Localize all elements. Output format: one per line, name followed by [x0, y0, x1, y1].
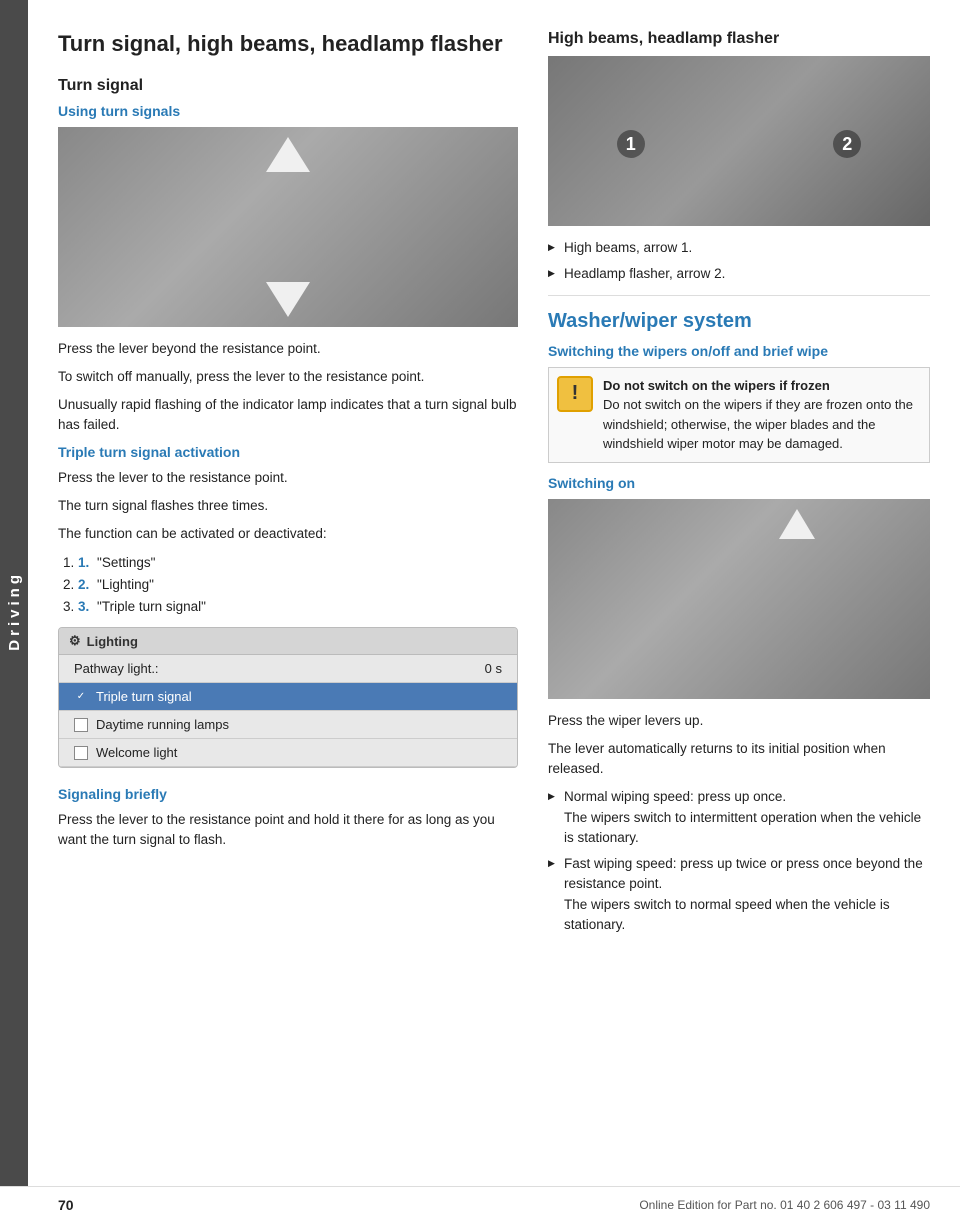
high-beam-img-bg: 1 2 [548, 56, 930, 226]
warning-icon: ! [557, 376, 593, 412]
side-tab-label: Driving [6, 571, 23, 651]
hb-label-2: 2 [833, 130, 861, 158]
list-item-1: 1. "Settings" [78, 552, 518, 574]
high-beams-bullet-1: High beams, arrow 1. [548, 238, 930, 258]
lighting-row-welcome[interactable]: Welcome light [59, 739, 517, 767]
page-number: 70 [58, 1197, 74, 1213]
lighting-body: Pathway light.: 0 s Triple turn signal D… [59, 655, 517, 767]
list-num-1: 1. [78, 555, 89, 570]
lighting-header-label: Lighting [87, 634, 138, 649]
lighting-row-triple[interactable]: Triple turn signal [59, 683, 517, 711]
list-text-2: "Lighting" [97, 577, 154, 592]
wiper-image [548, 499, 930, 699]
washer-wiper-title: Washer/wiper system [548, 310, 930, 333]
pathway-value: 0 s [485, 661, 502, 676]
right-column: High beams, headlamp flasher 1 2 High be… [548, 30, 930, 945]
switching-on-title: Switching on [548, 475, 930, 491]
side-tab: Driving [0, 0, 28, 1222]
triple-checkbox[interactable] [74, 690, 88, 704]
triple-label: Triple turn signal [96, 689, 192, 704]
turn-signal-image [58, 127, 518, 327]
wiper-bullet-2: Fast wiping speed: press up twice or pre… [548, 854, 930, 935]
list-num-3: 3. [78, 599, 89, 614]
hb-label-1: 1 [617, 130, 645, 158]
left-column: Turn signal, high beams, headlamp flashe… [58, 30, 518, 945]
signaling-briefly-body: Press the lever to the resistance point … [58, 810, 518, 851]
lighting-header: ⚙ Lighting [59, 628, 517, 655]
turn-signal-body2: To switch off manually, press the lever … [58, 367, 518, 387]
warning-box: ! Do not switch on the wipers if frozen … [548, 367, 930, 463]
daytime-checkbox[interactable] [74, 718, 88, 732]
wiper-bullet-list: Normal wiping speed: press up once. The … [548, 787, 930, 935]
wiper-body1: Press the wiper levers up. [548, 711, 930, 731]
list-item-2: 2. "Lighting" [78, 574, 518, 596]
turn-signal-body1: Press the lever beyond the resistance po… [58, 339, 518, 359]
using-turn-signals-title: Using turn signals [58, 103, 518, 119]
list-text-1: "Settings" [97, 555, 155, 570]
pathway-label: Pathway light.: [74, 661, 159, 676]
turn-signal-img-bg [58, 127, 518, 327]
warning-body-text: Do not switch on the wipers if they are … [603, 397, 913, 451]
switching-on-off-title: Switching the wipers on/off and brief wi… [548, 343, 930, 359]
triple-turn-signal-title: Triple turn signal activation [58, 444, 518, 460]
warning-text-area: Do not switch on the wipers if frozen Do… [603, 376, 921, 454]
welcome-label: Welcome light [96, 745, 177, 760]
list-num-2: 2. [78, 577, 89, 592]
high-beams-bullet-2: Headlamp flasher, arrow 2. [548, 264, 930, 284]
page-title: Turn signal, high beams, headlamp flashe… [58, 30, 518, 59]
daytime-label: Daytime running lamps [96, 717, 229, 732]
list-text-3: "Triple turn signal" [97, 599, 206, 614]
triple-body3: The function can be activated or deactiv… [58, 524, 518, 544]
main-content: Turn signal, high beams, headlamp flashe… [28, 0, 960, 985]
arrow-down-icon [266, 282, 310, 317]
wiper-bullet-2-primary: Fast wiping speed: press up twice or pre… [564, 856, 923, 891]
arrow-up-icon [266, 137, 310, 172]
high-beams-bullet-2-text: Headlamp flasher, arrow 2. [564, 266, 725, 281]
welcome-checkbox[interactable] [74, 746, 88, 760]
triple-body2: The turn signal flashes three times. [58, 496, 518, 516]
high-beams-bullet-list: High beams, arrow 1. Headlamp flasher, a… [548, 238, 930, 285]
edition-text: Online Edition for Part no. 01 40 2 606 … [639, 1198, 930, 1212]
turn-signal-section-title: Turn signal [58, 77, 518, 95]
high-beams-bullet-1-text: High beams, arrow 1. [564, 240, 692, 255]
wiper-arrow-up-icon [779, 509, 815, 539]
high-beams-section-title: High beams, headlamp flasher [548, 30, 930, 48]
signaling-briefly-title: Signaling briefly [58, 786, 518, 802]
wiper-bullet-1-primary: Normal wiping speed: press up once. [564, 789, 786, 804]
lighting-row-daytime[interactable]: Daytime running lamps [59, 711, 517, 739]
high-beams-image: 1 2 [548, 56, 930, 226]
wiper-bullet-1-secondary: The wipers switch to intermittent operat… [564, 810, 921, 845]
wiper-bullet-1: Normal wiping speed: press up once. The … [548, 787, 930, 848]
lighting-row-pathway: Pathway light.: 0 s [59, 655, 517, 683]
signaling-briefly-section: Signaling briefly Press the lever to the… [58, 786, 518, 851]
section-divider [548, 295, 930, 296]
wiper-body2: The lever automatically returns to its i… [548, 739, 930, 780]
triple-settings-list: 1. "Settings" 2. "Lighting" 3. "Triple t… [78, 552, 518, 617]
warning-bold-line: Do not switch on the wipers if frozen [603, 376, 921, 396]
wiper-img-bg [548, 499, 930, 699]
footer: 70 Online Edition for Part no. 01 40 2 6… [0, 1186, 960, 1222]
lighting-gear-icon: ⚙ [69, 633, 81, 649]
turn-signal-body3: Unusually rapid flashing of the indicato… [58, 395, 518, 436]
wiper-bullet-2-secondary: The wipers switch to normal speed when t… [564, 897, 890, 932]
triple-body1: Press the lever to the resistance point. [58, 468, 518, 488]
lighting-menu-box: ⚙ Lighting Pathway light.: 0 s Triple tu… [58, 627, 518, 768]
list-item-3: 3. "Triple turn signal" [78, 596, 518, 618]
